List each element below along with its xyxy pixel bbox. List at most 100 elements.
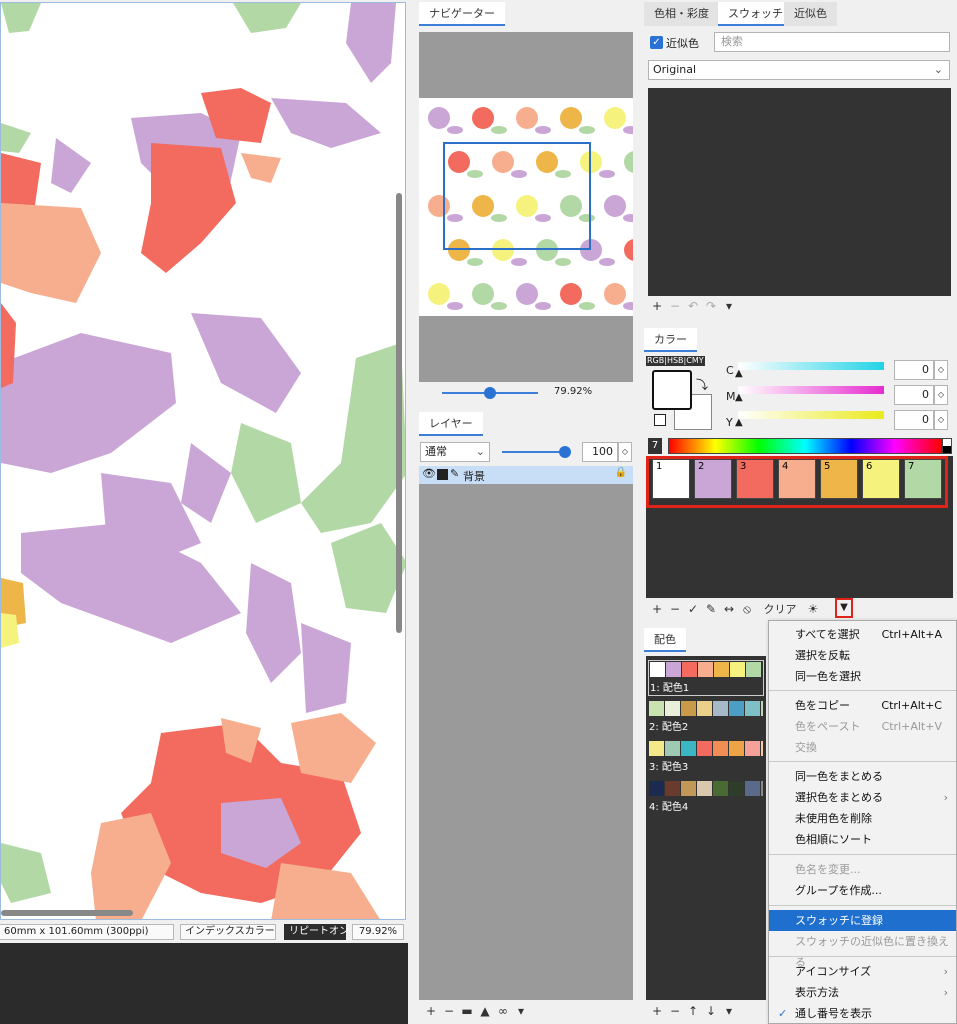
menu-icon-size[interactable]: アイコンサイズ › (769, 961, 956, 982)
scheme-item[interactable]: 2: 配色2 (648, 700, 764, 734)
tab-swatches[interactable]: スウォッチ (718, 2, 793, 26)
color-mode-button[interactable]: インデックスカラー (180, 924, 276, 940)
link-icon[interactable]: ∞ (494, 1004, 512, 1018)
menu-replace-with-swatch-near[interactable]: スウォッチの近似色に置き換える (769, 931, 956, 969)
menu-rename-color[interactable]: 色名を変更... (769, 859, 956, 880)
horizontal-scrollbar[interactable] (1, 910, 133, 916)
vertical-scrollbar[interactable] (396, 193, 402, 633)
scheme-item[interactable]: 4: 配色4 (648, 780, 764, 814)
opacity-knob[interactable] (559, 446, 571, 458)
swatch-6[interactable]: 6 (862, 459, 900, 499)
lock-pixels-icon[interactable] (437, 469, 448, 480)
menu-swap[interactable]: 交換 (769, 737, 956, 758)
menu-select-same-color[interactable]: 同一色を選択 (769, 666, 956, 687)
move-down-icon[interactable]: ↓ (702, 1004, 720, 1018)
opacity-stepper[interactable]: ◇ (618, 442, 632, 462)
swatch-5[interactable]: 5 (820, 459, 858, 499)
black-white-bar[interactable] (942, 438, 952, 454)
swatch-4[interactable]: 4 (778, 459, 816, 499)
mode-rgb[interactable]: RGB (647, 356, 664, 365)
search-input[interactable]: 検索 (714, 32, 950, 52)
remove-layer-icon[interactable]: − (440, 1004, 458, 1018)
yellow-knob[interactable]: ▲ (735, 417, 743, 428)
undo-icon[interactable]: ↶ (684, 299, 702, 313)
add-scheme-icon[interactable]: + (648, 1004, 666, 1018)
menu-select-all[interactable]: すべてを選択 Ctrl+Alt+A (769, 624, 956, 645)
swap-colors-icon[interactable]: ⤵ (696, 376, 708, 393)
lock-layer-icon[interactable]: ▲ (476, 1004, 494, 1018)
color-mode-switch[interactable]: RGB|HSB|CMY (646, 356, 705, 366)
navigator-viewport-frame[interactable] (443, 142, 591, 250)
menu-arrow-icon[interactable]: ▾ (720, 1004, 738, 1018)
mode-hsb[interactable]: HSB (667, 356, 684, 365)
cyan-slider[interactable] (738, 362, 884, 370)
tab-near-colors[interactable]: 近似色 (784, 2, 837, 26)
navigator-zoom-knob[interactable] (484, 387, 496, 399)
magenta-slider[interactable] (738, 386, 884, 394)
pencil-icon[interactable]: ✎ (450, 467, 459, 480)
cyan-stepper[interactable]: ◇ (934, 360, 948, 380)
swatch-3[interactable]: 3 (736, 459, 774, 499)
magenta-stepper[interactable]: ◇ (934, 385, 948, 405)
swatch-2[interactable]: 2 (694, 459, 732, 499)
swap-icon[interactable]: ↔ (720, 602, 738, 616)
add-layer-icon[interactable]: + (422, 1004, 440, 1018)
mode-cmy[interactable]: CMY (686, 356, 703, 365)
menu-copy-color[interactable]: 色をコピー Ctrl+Alt+C (769, 695, 956, 716)
menu-display-mode[interactable]: 表示方法 › (769, 982, 956, 1003)
swatch-7[interactable]: 7 (904, 459, 942, 499)
mask-icon[interactable]: ▬ (458, 1004, 476, 1018)
add-icon[interactable]: + (648, 299, 666, 313)
menu-create-group[interactable]: グループを作成... (769, 880, 956, 901)
tab-color[interactable]: カラー (644, 328, 697, 352)
swatch-1[interactable]: 1 (652, 459, 690, 499)
move-up-icon[interactable]: ↑ (684, 1004, 702, 1018)
opacity-input[interactable]: 100 (582, 442, 618, 462)
blend-mode-select[interactable]: 通常 ⌄ (420, 442, 490, 462)
disable-icon[interactable]: ⦸ (738, 602, 756, 617)
cyan-input[interactable]: 0 (894, 360, 934, 380)
yellow-slider[interactable] (738, 411, 884, 419)
menu-show-serial-numbers[interactable]: ✓ 通し番号を表示 (769, 1003, 956, 1024)
eye-icon[interactable]: 👁 (422, 467, 436, 480)
foreground-color-well[interactable] (652, 370, 692, 410)
apply-icon[interactable]: ✓ (684, 602, 702, 616)
menu-invert-selection[interactable]: 選択を反転 (769, 645, 956, 666)
menu-arrow-icon[interactable]: ▾ (720, 299, 738, 313)
opacity-slider[interactable] (502, 451, 566, 453)
menu-merge-same-colors[interactable]: 同一色をまとめる (769, 766, 956, 787)
yellow-input[interactable]: 0 (894, 410, 934, 430)
magenta-input[interactable]: 0 (894, 385, 934, 405)
scheme-item[interactable]: 1: 配色1 (648, 660, 764, 696)
remove-scheme-icon[interactable]: − (666, 1004, 684, 1018)
menu-merge-selected-colors[interactable]: 選択色をまとめる › (769, 787, 956, 808)
canvas-view[interactable] (0, 2, 406, 920)
add-swatch-icon[interactable]: + (648, 602, 666, 616)
tab-layers[interactable]: レイヤー (419, 412, 483, 436)
menu-sort-by-hue[interactable]: 色相順にソート (769, 829, 956, 850)
cyan-knob[interactable]: ▲ (735, 368, 743, 379)
transparent-color-icon[interactable] (654, 414, 666, 426)
navigator-view[interactable] (419, 32, 633, 382)
tab-hue-saturation[interactable]: 色相・彩度 (644, 2, 719, 26)
near-color-checkbox[interactable]: ✓ (650, 36, 663, 49)
spectrum-bar[interactable] (668, 438, 942, 454)
light-icon[interactable]: ☀ (804, 602, 822, 616)
remove-swatch-icon[interactable]: − (666, 602, 684, 616)
magenta-knob[interactable]: ▲ (735, 392, 743, 403)
tab-color-scheme[interactable]: 配色 (644, 628, 686, 652)
menu-arrow-icon[interactable]: ▾ (512, 1004, 530, 1018)
swatch-menu-button[interactable]: ▼ (835, 598, 853, 618)
menu-paste-color[interactable]: 色をペースト Ctrl+Alt+V (769, 716, 956, 737)
swatch-clear-button[interactable]: クリア (764, 601, 797, 617)
menu-register-to-swatch[interactable]: スウォッチに登録 (769, 910, 956, 931)
redo-icon[interactable]: ↷ (702, 299, 720, 313)
menu-delete-unused[interactable]: 未使用色を削除 (769, 808, 956, 829)
repeat-toggle-button[interactable]: リピートオン (284, 924, 349, 940)
preset-select[interactable]: Original ⌄ (648, 60, 950, 80)
edit-icon[interactable]: ✎ (702, 602, 720, 616)
scheme-item[interactable]: 3: 配色3 (648, 740, 764, 774)
layer-row[interactable]: 👁 ✎ 背景 🔒 (419, 466, 633, 484)
remove-icon[interactable]: − (666, 299, 684, 313)
yellow-stepper[interactable]: ◇ (934, 410, 948, 430)
